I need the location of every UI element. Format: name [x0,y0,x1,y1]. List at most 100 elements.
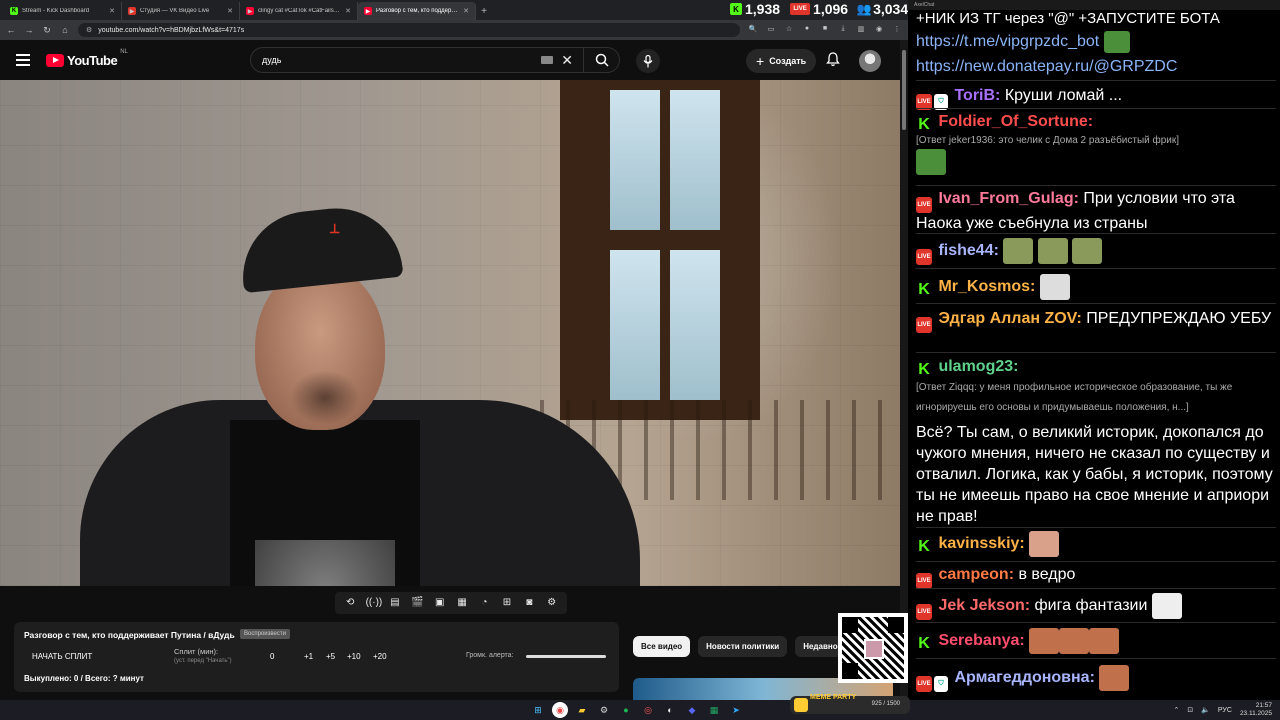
hamburger-menu-icon[interactable] [16,54,30,66]
face-emote [1029,531,1060,557]
film-icon[interactable]: ▦ [455,597,469,609]
cast-icon[interactable]: ▭ [766,25,776,35]
clock[interactable]: 21:57 23.11.2025 [1240,702,1272,718]
chat-nick[interactable]: Jek Jekson: [938,597,1030,614]
chat-nick[interactable]: Армагеддоновна: [954,669,1094,686]
chat-nick[interactable]: Эдгар Аллан ZOV: [938,310,1081,327]
picture-icon[interactable]: ▣ [433,597,447,609]
split-plus-5-button[interactable]: +5 [326,652,335,661]
chat-nick[interactable]: campeon: [938,566,1014,583]
chat-nick[interactable]: ulamog23: [938,358,1018,375]
donatepay-link[interactable]: https://new.donatepay.ru/@GRPZDC [916,58,1177,75]
app-icon[interactable]: ◎ [640,702,656,718]
clock-time: 21:57 [1255,702,1272,709]
keyboard-icon[interactable] [541,56,554,64]
loop-icon[interactable]: ⟲ [343,597,357,609]
close-icon[interactable]: ✕ [227,7,233,15]
chat-nick[interactable]: Foldier_Of_Sortune: [938,113,1093,130]
split-value[interactable]: 0 [270,652,274,661]
chat-nick[interactable]: Mr_Kosmos: [938,278,1035,295]
start-split-button[interactable]: НАЧАТЬ СПЛИТ [32,652,92,661]
screenshot-icon[interactable]: ◙ [522,597,536,609]
chevron-up-icon[interactable]: ⌃ [1173,706,1179,714]
menu-dots-icon[interactable]: ⋮ [892,25,902,35]
chat-window: AxelChat +НИК ИЗ ТГ через "@" +ЗАПУСТИТЕ… [908,0,1280,700]
add-clip-icon[interactable]: ⊞ [500,597,514,609]
bookmark-star-icon[interactable]: ☆ [784,25,794,35]
youtube-logo[interactable]: YouTube NL [46,49,128,68]
chat-message: K Foldier_Of_Sortune: [Ответ jeker1936: … [916,111,1276,175]
home-icon[interactable]: ⌂ [60,25,70,35]
windows-start-icon[interactable]: ⊞ [530,702,546,718]
tab-clingy-cat[interactable]: ▶ clingy cat #CatTok #CatFails202... ✕ [240,2,358,20]
file-explorer-icon[interactable]: ▰ [574,702,590,718]
speaker-icon[interactable]: 🔈 [1201,706,1210,714]
telegram-icon[interactable]: ➤ [728,702,744,718]
chip-politics-news[interactable]: Новости политики [698,636,788,657]
chat-nick[interactable]: Ivan_From_Gulag: [938,190,1078,207]
vk-icon: ▶ [128,7,136,15]
obs-icon[interactable]: ◐ [662,702,678,718]
tab-vk-studio[interactable]: ▶ Студия — VK Видео Live ✕ [122,2,240,20]
new-tab-button[interactable]: + [476,6,492,20]
split-panel: Разговор с тем, кто поддерживает Путина … [14,622,619,692]
page-scrollbar[interactable] [900,40,908,700]
reload-icon[interactable]: ↻ [42,25,52,36]
create-button[interactable]: + Создать [746,49,817,73]
broadcast-icon[interactable]: ((·)) [366,597,383,609]
split-plus-1-button[interactable]: +1 [304,652,313,661]
close-icon[interactable]: ✕ [345,7,351,15]
steam-icon[interactable]: ⚙ [596,702,612,718]
vk-viewer-stat: LIVE 1,096 [790,1,848,17]
back-icon[interactable]: ← [6,25,16,35]
split-plus-10-button[interactable]: +10 [347,652,361,661]
meme-party-label: MEME PARTY [810,694,857,701]
play-badge[interactable]: Воспроизвести [240,629,290,639]
speed-icon[interactable]: ◔ [478,597,492,609]
chip-all-videos[interactable]: Все видео [633,636,691,657]
scrollbar-thumb[interactable] [902,50,906,130]
vk-live-icon: LIVE [916,676,932,693]
discord-icon[interactable]: ◆ [684,702,700,718]
sidebar-icon[interactable]: ▥ [856,25,866,35]
search-button[interactable] [583,48,619,72]
chat-nick[interactable]: Serebanya: [938,632,1024,649]
tab-active-video[interactable]: ▶ Разговор с тем, кто поддерж... ✕ [358,2,476,20]
split-plus-20-button[interactable]: +20 [373,652,387,661]
moderator-shield-icon: ⛉ [934,676,948,693]
telegram-bot-link[interactable]: https://t.me/vipgrpzdc_bot [916,33,1099,50]
download-icon[interactable]: ⤓ [838,25,848,35]
zoom-icon[interactable]: 🔍 [748,25,758,35]
site-info-icon[interactable]: ⚙ [86,26,92,34]
search-input[interactable] [251,55,542,65]
account-avatar[interactable] [859,50,881,72]
face-emote [1089,628,1120,654]
input-language[interactable]: РУС [1218,707,1232,714]
app-icon[interactable]: ▦ [706,702,722,718]
alert-volume-slider[interactable] [526,655,606,658]
chat-nick[interactable]: ToriB: [954,87,1000,104]
chat-nick[interactable]: fishe44: [938,242,998,259]
url-field[interactable]: ⚙ youtube.com/watch?v=hBDMjbzLfWs&t=4717… [78,23,740,37]
playlist-icon[interactable]: ▤ [388,597,402,609]
settings-gear-icon[interactable]: ⚙ [545,597,559,609]
extension-icon[interactable]: ● [802,25,812,35]
tab-kick-dashboard[interactable]: K Stream - Kick Dashboard ✕ [4,2,122,20]
kick-icon: K [918,538,930,556]
notifications-bell-icon[interactable] [826,52,840,70]
forward-icon[interactable]: → [24,25,34,35]
chat-message: LIVE ⛉ ToriB: Круши ломай ... [916,85,1276,110]
close-icon[interactable]: ✕ [109,7,115,15]
network-icon[interactable]: ⊡ [1187,706,1193,714]
profile-icon[interactable]: ◉ [874,25,884,35]
clear-search-icon[interactable]: ✕ [561,52,573,69]
spotify-icon[interactable]: ● [618,702,634,718]
extension-icon[interactable]: ■ [820,25,830,35]
video-player[interactable]: ⟂ [0,80,900,586]
youtube-header: YouTube NL ✕ + Создать [0,40,908,80]
clapper-icon[interactable]: 🎬 [410,597,424,609]
voice-search-button[interactable] [636,49,660,73]
chrome-icon[interactable]: ◉ [552,702,568,718]
chat-nick[interactable]: kavinsskiy: [938,535,1024,552]
close-icon[interactable]: ✕ [463,7,469,15]
